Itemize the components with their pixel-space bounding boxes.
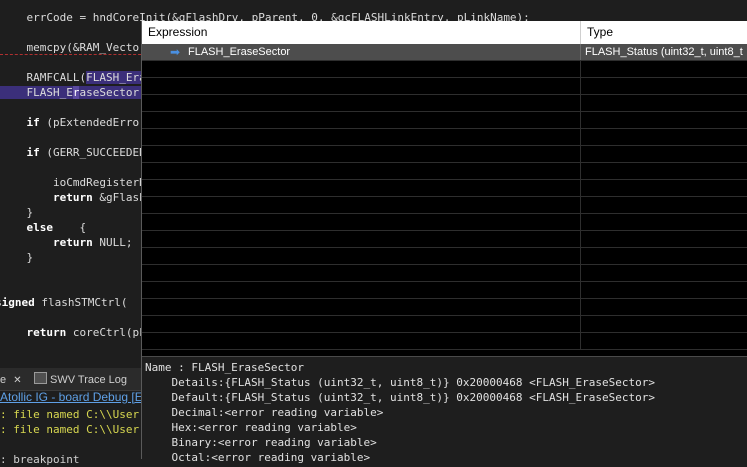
code-line[interactable]: } bbox=[0, 205, 33, 220]
expression-row-empty[interactable] bbox=[142, 248, 747, 265]
keyword: if bbox=[0, 116, 40, 129]
detail-line: Octal:<error reading variable> bbox=[145, 451, 371, 464]
code-line[interactable]: return &gFlash bbox=[0, 190, 146, 205]
code-line[interactable]: return NULL; bbox=[0, 235, 133, 250]
tab-swv-trace-log[interactable]: SWV Trace Log bbox=[34, 371, 127, 389]
code-text: &gFlash bbox=[92, 191, 146, 204]
keyword: return bbox=[0, 326, 67, 339]
expression-type: FLASH_Status (uint32_t, uint8_t bbox=[585, 46, 743, 58]
bottom-views-panel: e ✕ SWV Trace Log Atollic IG - board Deb… bbox=[0, 368, 143, 466]
expression-row-empty[interactable] bbox=[142, 214, 747, 231]
code-text: ioCmdRegisterH bbox=[0, 176, 146, 189]
code-text: flashSTMCtrl( bbox=[34, 296, 128, 309]
keyword: if bbox=[0, 146, 40, 159]
column-header-expression[interactable]: Expression bbox=[142, 21, 581, 44]
keyword: else bbox=[0, 221, 53, 234]
code-line[interactable]: return coreCtrl(pF bbox=[0, 325, 146, 340]
code-line[interactable]: else { bbox=[0, 220, 86, 235]
expression-table-header: Expression Type bbox=[142, 21, 747, 44]
code-line[interactable]: if (GERR_SUCCEEDED bbox=[0, 145, 146, 160]
keyword: return bbox=[0, 236, 93, 249]
keyword: return bbox=[0, 191, 93, 204]
expression-row-empty[interactable] bbox=[142, 282, 747, 299]
close-icon[interactable]: ✕ bbox=[13, 375, 21, 386]
expression-details-pane[interactable]: Name : FLASH_EraseSector Details:{FLASH_… bbox=[142, 356, 747, 464]
trace-log-icon bbox=[34, 372, 47, 384]
expression-row-empty[interactable] bbox=[142, 112, 747, 129]
code-text: (pExtendedError bbox=[39, 116, 146, 129]
code-text: } bbox=[0, 206, 34, 219]
detail-line: Details:{FLASH_Status (uint32_t, uint8_t… bbox=[145, 376, 655, 389]
code-text: NULL; bbox=[92, 236, 133, 249]
code-line[interactable]: ioCmdRegisterH bbox=[0, 175, 146, 190]
expression-row-empty[interactable] bbox=[142, 78, 747, 95]
tab-console[interactable]: e ✕ bbox=[0, 371, 22, 389]
expression-row-empty[interactable] bbox=[142, 299, 747, 316]
expression-row-empty[interactable] bbox=[142, 95, 747, 112]
expression-row-empty[interactable] bbox=[142, 146, 747, 163]
tab-swv-trace-log-label: SWV Trace Log bbox=[50, 374, 128, 386]
detail-name: Name : FLASH_EraseSector bbox=[145, 361, 304, 374]
expression-row-empty[interactable] bbox=[142, 231, 747, 248]
expression-popup[interactable]: Expression Type ➡ FLASH_EraseSector FLAS… bbox=[141, 21, 747, 464]
detail-line: Hex:<error reading variable> bbox=[145, 421, 357, 434]
code-text: } bbox=[0, 251, 34, 264]
code-text: (GERR_SUCCEEDED bbox=[39, 146, 146, 159]
code-line[interactable]: signed flashSTMCtrl( bbox=[0, 295, 127, 310]
views-tab-bar: e ✕ SWV Trace Log bbox=[0, 368, 141, 391]
keyword: signed bbox=[0, 296, 35, 309]
expression-row-empty[interactable] bbox=[142, 163, 747, 180]
expression-name: FLASH_EraseSector bbox=[188, 46, 291, 58]
code-line[interactable]: if (pExtendedError bbox=[0, 115, 146, 130]
detail-line: Binary:<error reading variable> bbox=[145, 436, 377, 449]
code-line[interactable]: RAMFCALL(FLASH_Era bbox=[0, 70, 146, 85]
expression-row-empty[interactable] bbox=[142, 333, 747, 350]
expression-row-empty[interactable] bbox=[142, 197, 747, 214]
expression-row-empty[interactable] bbox=[142, 265, 747, 282]
highlighted-symbol: FLASH_Era bbox=[86, 71, 146, 84]
code-text: memcpy(&RAM_Vector bbox=[0, 41, 146, 55]
highlighted-symbol: FLASH_E bbox=[0, 86, 73, 99]
code-line[interactable]: } bbox=[0, 250, 33, 265]
code-text: coreCtrl(pF bbox=[66, 326, 146, 339]
tab-console-label: e bbox=[0, 374, 7, 386]
code-text: RAMFCALL( bbox=[0, 71, 87, 84]
console-line: : breakpoint bbox=[0, 453, 80, 466]
detail-line: Decimal:<error reading variable> bbox=[145, 406, 384, 419]
code-text: { bbox=[52, 221, 87, 234]
console-line: : file named C:\\User bbox=[0, 408, 140, 421]
expression-arrow-icon: ➡ bbox=[170, 45, 181, 59]
code-line[interactable]: memcpy(&RAM_Vector bbox=[0, 40, 146, 55]
expression-row-empty[interactable] bbox=[142, 316, 747, 333]
expression-row-empty[interactable] bbox=[142, 129, 747, 146]
expression-table-body[interactable]: ➡ FLASH_EraseSector FLASH_Status (uint32… bbox=[142, 44, 747, 356]
highlighted-symbol: aseSector( bbox=[79, 86, 146, 99]
detail-line: Default:{FLASH_Status (uint32_t, uint8_t… bbox=[145, 391, 655, 404]
expression-row[interactable]: ➡ FLASH_EraseSector FLASH_Status (uint32… bbox=[142, 44, 747, 61]
column-header-type[interactable]: Type bbox=[581, 21, 747, 44]
expression-row-empty[interactable] bbox=[142, 180, 747, 197]
console-launch-link[interactable]: Atollic IG - board Debug [E bbox=[0, 390, 143, 405]
expression-row-empty[interactable] bbox=[142, 61, 747, 78]
code-line[interactable]: FLASH_EraseSector( bbox=[0, 85, 146, 100]
console-line: : file named C:\\User bbox=[0, 423, 140, 436]
